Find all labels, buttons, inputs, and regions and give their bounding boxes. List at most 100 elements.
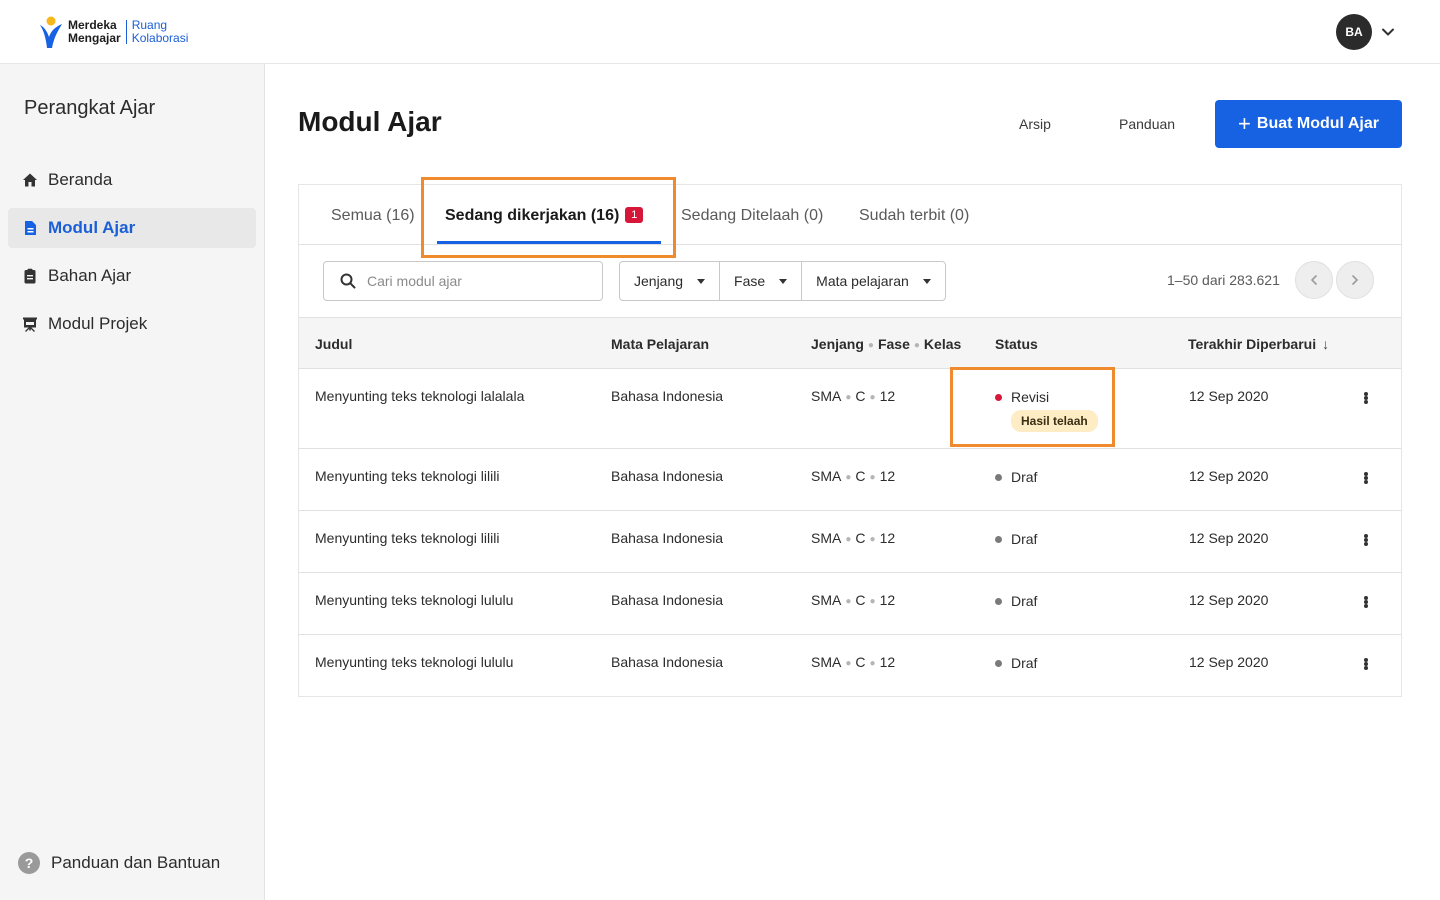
row-phase: C	[855, 530, 866, 546]
sidebar-item-modul-ajar[interactable]: Modul Ajar	[8, 208, 256, 248]
table-row[interactable]: Menyunting teks teknologi lalalala Bahas…	[299, 369, 1401, 449]
archive-button[interactable]: Arsip	[1019, 116, 1051, 132]
more-options-icon[interactable]	[1362, 470, 1370, 486]
presentation-icon	[22, 316, 38, 332]
column-header-level: Jenjang	[811, 336, 864, 352]
sidebar-title: Perangkat Ajar	[24, 97, 156, 119]
status-label: Draf	[1011, 531, 1038, 547]
row-grade: 12	[879, 468, 896, 484]
logo-icon	[38, 15, 64, 49]
row-phase: C	[855, 592, 866, 608]
row-grade: 12	[879, 592, 896, 608]
row-phase: C	[855, 388, 866, 404]
create-module-button[interactable]: + Buat Modul Ajar	[1215, 100, 1402, 148]
row-level-phase-grade: SMA ● C ● 12	[811, 592, 896, 608]
home-icon	[22, 172, 38, 188]
sort-down-icon: ↓	[1322, 336, 1330, 352]
row-phase: C	[855, 654, 866, 670]
column-header-grade: Kelas	[923, 336, 962, 352]
sidebar-item-bahan-ajar[interactable]: Bahan Ajar	[8, 256, 256, 296]
filter-group: Jenjang Fase Mata pelajaran	[619, 261, 946, 301]
help-label: Panduan dan Bantuan	[51, 853, 221, 872]
table-row[interactable]: Menyunting teks teknologi lululu Bahasa …	[299, 573, 1401, 635]
row-subject: Bahasa Indonesia	[611, 530, 724, 546]
row-subject: Bahasa Indonesia	[611, 468, 724, 484]
logo-divider	[125, 20, 127, 44]
tab-sedang-ditelaah[interactable]: Sedang Ditelaah (0)	[681, 207, 823, 225]
logo[interactable]: Merdeka Mengajar Ruang Kolaborasi	[38, 15, 188, 49]
more-options-icon[interactable]	[1362, 532, 1370, 548]
row-level: SMA	[811, 530, 842, 546]
sidebar: Perangkat Ajar Beranda Modul Ajar Bahan …	[0, 64, 265, 900]
plus-icon: +	[1238, 111, 1251, 136]
tab-highlight-annotation	[421, 177, 676, 258]
row-subject: Bahasa Indonesia	[611, 654, 724, 670]
row-level-phase-grade: SMA ● C ● 12	[811, 388, 896, 404]
chevron-right-icon	[1352, 275, 1359, 285]
sidebar-item-beranda[interactable]: Beranda	[8, 160, 256, 200]
row-level: SMA	[811, 468, 842, 484]
sidebar-item-label: Modul Ajar	[48, 218, 136, 237]
filter-label: Jenjang	[634, 273, 684, 289]
row-title[interactable]: Menyunting teks teknologi lilili	[315, 468, 499, 484]
top-header: Merdeka Mengajar Ruang Kolaborasi BA	[0, 0, 1440, 64]
filter-fase[interactable]: Fase	[720, 262, 803, 300]
create-module-label: Buat Modul Ajar	[1256, 115, 1379, 132]
status-dot-icon	[995, 473, 1002, 481]
status-highlight-annotation	[950, 367, 1115, 447]
logo-brand-line2: Mengajar	[68, 31, 121, 45]
help-link[interactable]: ? Panduan dan Bantuan	[18, 852, 220, 874]
column-header-updated-label: Terakhir Diperbarui	[1188, 336, 1317, 352]
filter-label: Fase	[734, 273, 766, 289]
sidebar-item-label: Bahan Ajar	[48, 266, 132, 285]
more-options-icon[interactable]	[1362, 594, 1370, 610]
tab-sudah-terbit[interactable]: Sudah terbit (0)	[859, 207, 969, 225]
chevron-down-icon[interactable]	[1380, 24, 1396, 40]
status-label: Draf	[1011, 655, 1038, 671]
next-page-button[interactable]	[1336, 261, 1374, 299]
table-header: Judul Mata Pelajaran Jenjang ● Fase ● Kelas …	[299, 317, 1401, 369]
sidebar-item-label: Beranda	[48, 170, 113, 189]
status-badge: Draf	[995, 531, 1037, 547]
status-badge: Draf	[995, 593, 1037, 609]
row-level: SMA	[811, 592, 842, 608]
row-updated: 12 Sep 2020	[1189, 388, 1269, 404]
column-header-title: Judul	[315, 336, 353, 352]
row-title[interactable]: Menyunting teks teknologi lululu	[315, 654, 513, 670]
caret-down-icon	[779, 278, 788, 284]
guide-button[interactable]: Panduan	[1119, 116, 1175, 132]
filter-mata-pelajaran[interactable]: Mata pelajaran	[802, 262, 945, 300]
column-header-phase: Fase	[877, 336, 910, 352]
row-updated: 12 Sep 2020	[1189, 592, 1269, 608]
row-updated: 12 Sep 2020	[1189, 654, 1269, 670]
pagination-info: 1–50 dari 283.621	[1167, 272, 1280, 288]
row-level: SMA	[811, 654, 842, 670]
row-title[interactable]: Menyunting teks teknologi lalalala	[315, 388, 524, 404]
chevron-left-icon	[1310, 275, 1317, 285]
tab-semua[interactable]: Semua (16)	[331, 207, 415, 225]
table-row[interactable]: Menyunting teks teknologi lululu Bahasa …	[299, 635, 1401, 697]
page-title: Modul Ajar	[298, 106, 442, 137]
prev-page-button[interactable]	[1295, 261, 1333, 299]
column-header-level-phase-grade: Jenjang ● Fase ● Kelas	[811, 336, 962, 352]
module-panel: Semua (16) Sedang dikerjakan (16) 1 Sedan…	[298, 184, 1402, 697]
row-subject: Bahasa Indonesia	[611, 388, 724, 404]
row-level: SMA	[811, 388, 842, 404]
more-options-icon[interactable]	[1362, 656, 1370, 672]
logo-sub-line2: Kolaborasi	[131, 31, 189, 45]
row-subject: Bahasa Indonesia	[611, 592, 724, 608]
row-title[interactable]: Menyunting teks teknologi lilili	[315, 530, 499, 546]
sidebar-item-label: Modul Projek	[48, 314, 148, 333]
filter-jenjang[interactable]: Jenjang	[620, 262, 721, 300]
search-input[interactable]: Cari modul ajar	[323, 261, 603, 301]
help-icon: ?	[18, 852, 40, 874]
search-icon	[340, 273, 356, 289]
table-row[interactable]: Menyunting teks teknologi lilili Bahasa …	[299, 449, 1401, 511]
avatar[interactable]: BA	[1336, 14, 1372, 50]
column-header-updated[interactable]: Terakhir Diperbarui ↓	[1188, 336, 1329, 352]
status-label: Draf	[1011, 469, 1038, 485]
sidebar-item-modul-projek[interactable]: Modul Projek	[8, 304, 256, 344]
table-row[interactable]: Menyunting teks teknologi lilili Bahasa …	[299, 511, 1401, 573]
more-options-icon[interactable]	[1362, 390, 1370, 406]
row-title[interactable]: Menyunting teks teknologi lululu	[315, 592, 513, 608]
